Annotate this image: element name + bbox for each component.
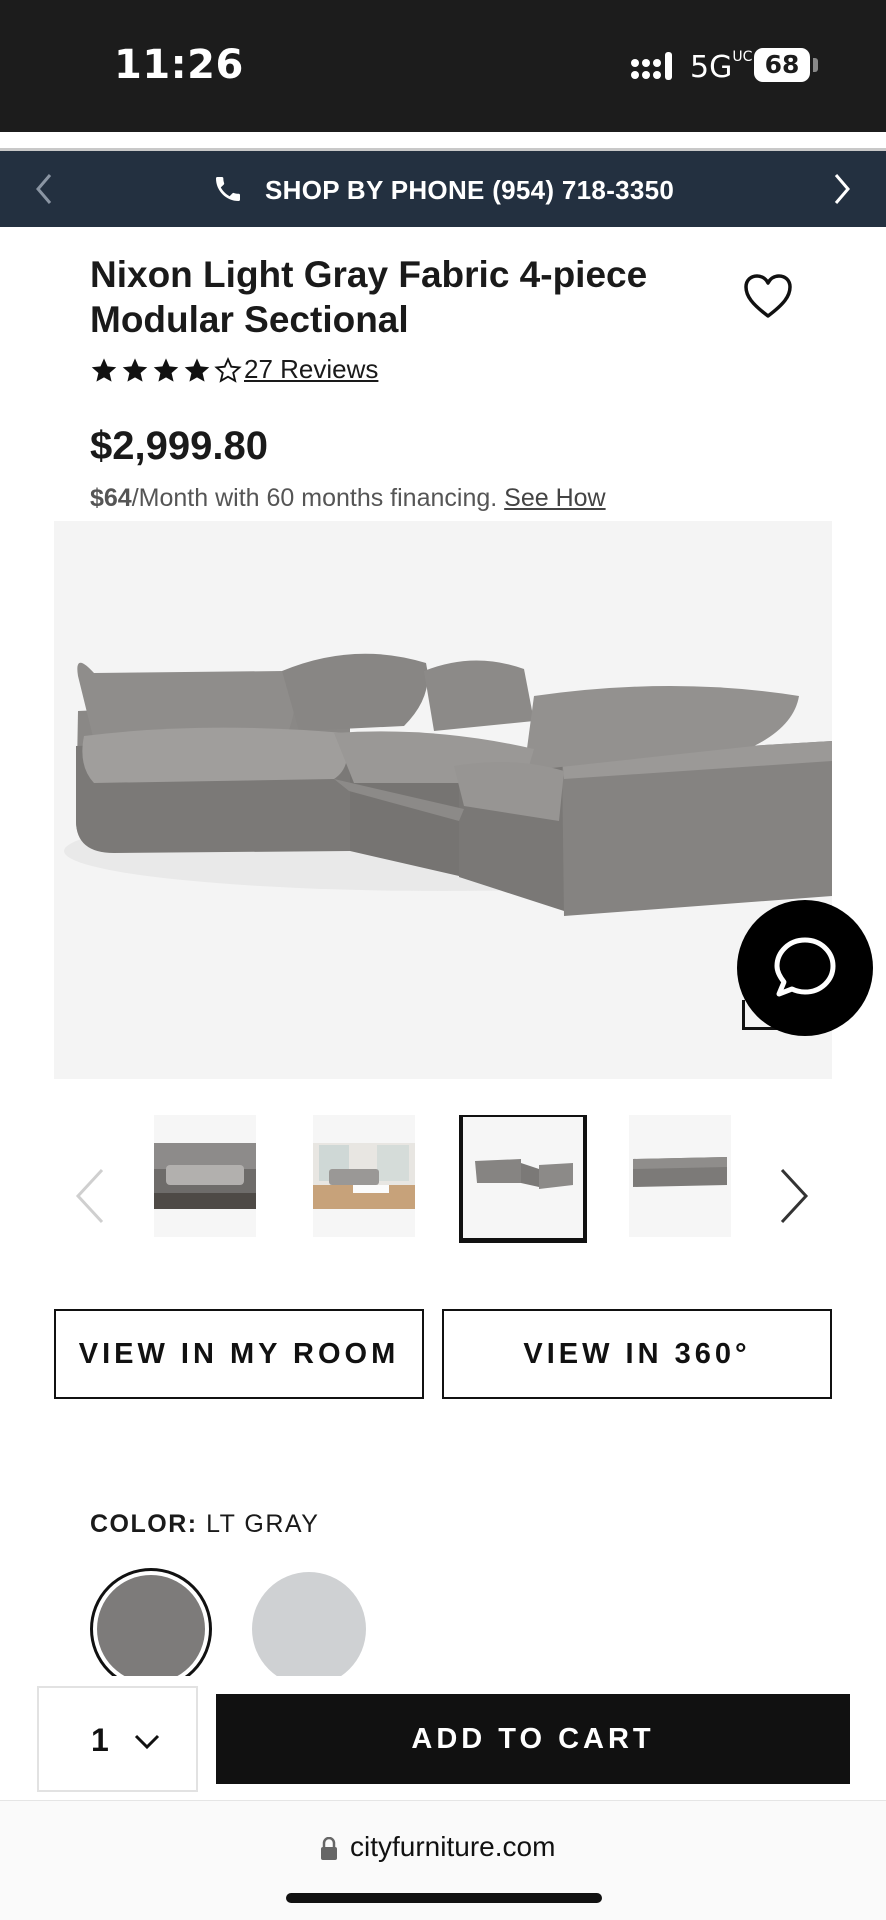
sectional-sofa-illustration (64, 653, 832, 916)
thumbnail-prev-icon[interactable] (72, 1166, 108, 1226)
thumbnail-3[interactable] (459, 1115, 587, 1243)
product-price: $2,999.80 (90, 424, 268, 468)
home-indicator (286, 1893, 602, 1903)
chat-bubble-icon (774, 937, 836, 997)
heart-icon[interactable] (742, 272, 794, 320)
color-swatch-light[interactable] (252, 1572, 366, 1686)
rating-stars (90, 356, 242, 384)
thumbnail-image (633, 1157, 727, 1187)
reviews-link[interactable]: 27 Reviews (244, 354, 378, 385)
quantity-select[interactable]: 1 (37, 1686, 198, 1792)
color-label: COLOR: LT GRAY (90, 1510, 320, 1538)
phone-banner: SHOP BY PHONE (954) 718-3350 (0, 151, 886, 227)
browser-address-bar[interactable]: cityfurniture.com (0, 1800, 886, 1920)
battery-indicator: 68 (754, 48, 810, 82)
see-how-link[interactable]: See How (504, 484, 605, 512)
star-filled-icon (153, 358, 179, 382)
chevron-right-icon[interactable] (826, 171, 856, 207)
chevron-down-icon (134, 1734, 160, 1750)
thumbnail-2[interactable] (313, 1115, 415, 1237)
battery-tip (813, 58, 818, 72)
star-empty-icon (214, 356, 242, 383)
main-product-image[interactable] (54, 521, 832, 1079)
financing-monthly: $64 (90, 484, 132, 512)
chat-button[interactable] (737, 900, 873, 1036)
thumbnail-4[interactable] (629, 1115, 731, 1237)
star-filled-icon (122, 358, 148, 382)
view-in-my-room-button[interactable]: VIEW IN MY ROOM (54, 1309, 424, 1399)
color-swatch-lt-gray[interactable] (97, 1575, 205, 1683)
thumbnail-image (313, 1143, 415, 1209)
chevron-left-icon[interactable] (30, 171, 60, 207)
financing-text: /Month with 60 months financing. (131, 484, 498, 512)
view-in-360-button[interactable]: VIEW IN 360° (442, 1309, 832, 1399)
star-filled-icon (184, 358, 210, 382)
selected-color: LT GRAY (206, 1510, 320, 1538)
thumbnail-next-icon[interactable] (776, 1166, 812, 1226)
thumbnail-image (463, 1117, 583, 1238)
star-filled-icon (91, 358, 117, 382)
add-to-cart-button[interactable]: ADD TO CART (216, 1694, 850, 1784)
product-title: Nixon Light Gray Fabric 4-piece Modular … (90, 254, 648, 340)
quantity-value: 1 (91, 1722, 109, 1758)
phone-icon (216, 177, 240, 201)
thumbnail-1[interactable] (154, 1115, 256, 1237)
network-label: 5GUC (690, 49, 753, 85)
status-bar: 11:26 5GUC 68 (0, 0, 886, 132)
shop-by-phone-link[interactable]: SHOP BY PHONE (954) 718-3350 (265, 175, 674, 206)
thumbnail-image (154, 1143, 256, 1209)
url-text: cityfurniture.com (350, 1831, 556, 1862)
financing-info: $64/Month with 60 months financing. See … (90, 484, 606, 513)
lock-icon (321, 1837, 337, 1860)
signal-icon (631, 52, 672, 80)
status-time: 11:26 (114, 42, 244, 88)
